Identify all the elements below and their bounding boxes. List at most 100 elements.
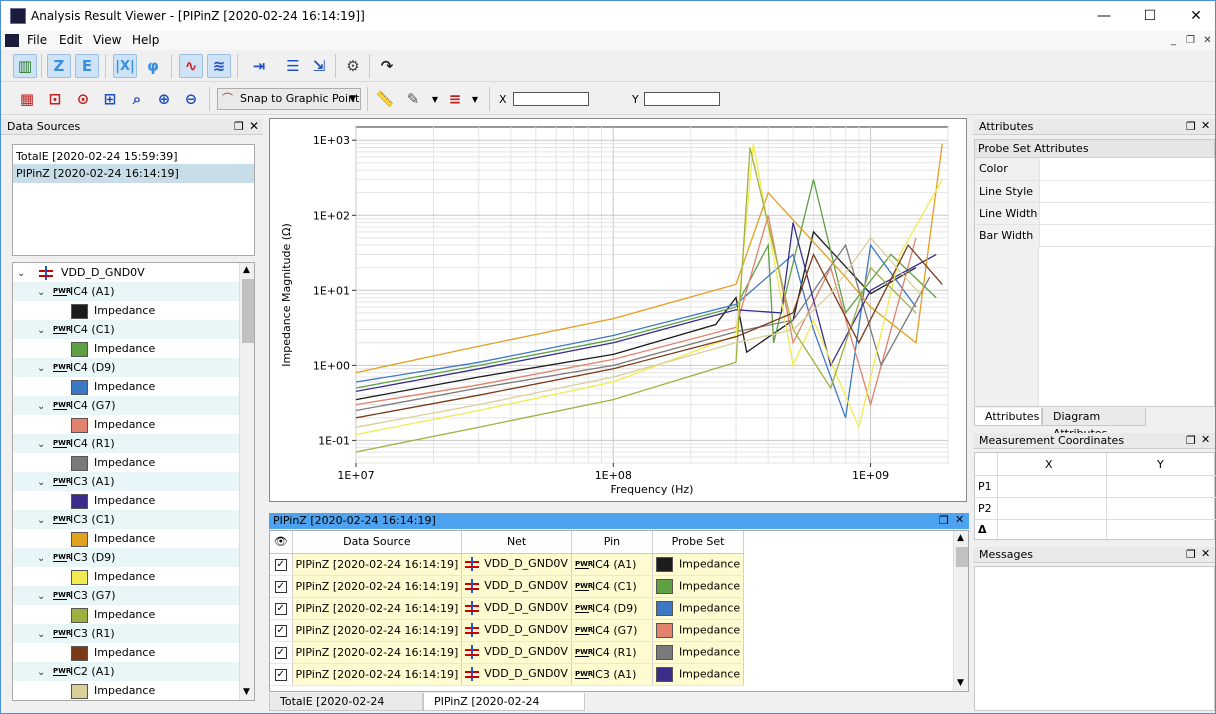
scroll-thumb[interactable] — [242, 279, 254, 343]
tree-probe-item[interactable]: Impedance — [13, 605, 239, 624]
phase-icon[interactable]: φ — [141, 54, 165, 78]
scroll-down-icon[interactable]: ▼ — [243, 687, 250, 697]
mdi-minimize-icon[interactable]: _ — [1166, 33, 1181, 47]
minimize-button[interactable]: — — [1081, 1, 1127, 31]
menu-edit[interactable]: Edit — [59, 33, 82, 47]
mdi-close-icon[interactable]: ✕ — [1200, 33, 1215, 47]
tree-pin-item[interactable]: ⌄ PWRIC3 (G7) — [13, 586, 239, 605]
tree-probe-item[interactable]: Impedance — [13, 377, 239, 396]
visibility-checkbox[interactable]: ✓ — [270, 641, 293, 664]
scroll-thumb[interactable] — [956, 547, 968, 567]
zoom-in-icon[interactable]: ⊕ — [152, 87, 176, 111]
attr-color-value[interactable] — [1039, 158, 1215, 181]
tab-diagram-attributes[interactable]: Diagram Attributes — [1042, 408, 1146, 440]
attr-line-style-value[interactable] — [1039, 180, 1215, 203]
probe-icon[interactable]: ↷ — [375, 54, 399, 78]
close-panel-icon[interactable]: ✕ — [249, 119, 259, 133]
close-panel-icon[interactable]: ✕ — [1201, 547, 1210, 560]
tree-pin-item[interactable]: ⌄ PWRIC3 (R1) — [13, 624, 239, 643]
tree-pin-item[interactable]: ⌄ PWRIC4 (C1) — [13, 320, 239, 339]
tree-probe-item[interactable]: Impedance — [13, 643, 239, 662]
tree-probe-item[interactable]: Impedance — [13, 415, 239, 434]
visibility-checkbox[interactable]: ✓ — [270, 619, 293, 642]
x-coord-field[interactable] — [513, 92, 589, 106]
tree-pin-item[interactable]: ⌄ PWRIC4 (D9) — [13, 358, 239, 377]
float-icon[interactable]: ❐ — [939, 514, 949, 527]
attr-line-width-value[interactable] — [1039, 202, 1215, 225]
visibility-checkbox[interactable]: ✓ — [270, 597, 293, 620]
table-row[interactable]: ✓ PIPinZ [2020-02-24 16:14:19] VDD_D_GND0V… — [270, 641, 745, 664]
fit-all-icon[interactable]: ▦ — [15, 87, 39, 111]
close-panel-icon[interactable]: ✕ — [955, 513, 964, 526]
zoom-point-icon[interactable]: ⊙ — [71, 87, 95, 111]
y-coord-field[interactable] — [644, 92, 720, 106]
maximize-button[interactable]: ☐ — [1127, 1, 1173, 31]
menu-file[interactable]: File — [27, 33, 47, 47]
scroll-up-icon[interactable]: ▲ — [243, 265, 250, 275]
close-panel-icon[interactable]: ✕ — [1201, 119, 1210, 132]
impedance-chart[interactable]: 1E+07 1E+08 1E+09 1E+03 1E+02 1E+01 1E+00 1E-01… — [270, 119, 966, 501]
scroll-down-icon[interactable]: ▼ — [957, 678, 964, 688]
tree-pin-item[interactable]: ⌄ PWRIC3 (D9) — [13, 548, 239, 567]
zoom-out-icon[interactable]: ⊖ — [179, 87, 203, 111]
col-net[interactable]: Net — [461, 531, 572, 554]
col-data-source[interactable]: Data Source — [292, 531, 463, 554]
float-icon[interactable]: ❐ — [1186, 434, 1196, 447]
tree-pin-item[interactable]: ⌄ PWRIC2 (A1) — [13, 662, 239, 681]
visibility-checkbox[interactable]: ✓ — [270, 663, 293, 686]
menu-view[interactable]: View — [93, 33, 121, 47]
float-icon[interactable]: ❐ — [1186, 120, 1196, 133]
close-panel-icon[interactable]: ✕ — [1201, 433, 1210, 446]
gear-icon[interactable]: ⚙ — [341, 54, 365, 78]
scroll-up-icon[interactable]: ▲ — [957, 533, 964, 543]
snap-dropdown[interactable]: ⌒ Snap to Graphic Point ▼ — [217, 88, 361, 110]
tree-probe-item[interactable]: Impedance — [13, 491, 239, 510]
tree-probe-item[interactable]: Impedance — [13, 529, 239, 548]
tree-probe-item[interactable]: Impedance — [13, 681, 239, 700]
tree-probe-item[interactable]: Impedance — [13, 339, 239, 358]
visibility-checkbox[interactable]: ✓ — [270, 553, 293, 576]
line-style-dropdown-icon[interactable]: ▼ — [463, 87, 487, 111]
z-view-icon[interactable]: Z — [47, 54, 71, 78]
visibility-eye-icon[interactable]: 👁 — [270, 531, 293, 554]
marker-icon[interactable]: ✎ — [401, 87, 425, 111]
close-button[interactable]: ✕ — [1173, 1, 1216, 31]
table-row[interactable]: ✓ PIPinZ [2020-02-24 16:14:19] VDD_D_GND0V… — [270, 553, 745, 576]
import-icon[interactable]: ⇥ — [247, 54, 271, 78]
float-icon[interactable]: ❐ — [234, 120, 244, 133]
mdi-restore-icon[interactable]: ❐ — [1183, 33, 1198, 47]
tab-attributes[interactable]: Attributes — [974, 408, 1042, 426]
tree-pin-item[interactable]: ⌄ PWRIC4 (R1) — [13, 434, 239, 453]
tree-root[interactable]: ⌄ VDD_D_GND0V — [13, 263, 239, 282]
export-icon[interactable]: ⇲ — [307, 54, 331, 78]
tree-scrollbar[interactable]: ▲ ▼ — [239, 263, 254, 700]
zoom-fit-icon[interactable]: ⊞ — [98, 87, 122, 111]
table-row[interactable]: ✓ PIPinZ [2020-02-24 16:14:19] VDD_D_GND0V… — [270, 619, 745, 642]
tree-pin-item[interactable]: ⌄ PWRIC4 (A1) — [13, 282, 239, 301]
magnitude-icon[interactable]: |X| — [113, 54, 137, 78]
table-row[interactable]: ✓ PIPinZ [2020-02-24 16:14:19] VDD_D_GND0V… — [270, 663, 745, 686]
menu-help[interactable]: Help — [132, 33, 159, 47]
ruler-icon[interactable]: 📏 — [373, 87, 397, 111]
table-row[interactable]: ✓ PIPinZ [2020-02-24 16:14:19] VDD_D_GND0V… — [270, 575, 745, 598]
zoom-box-icon[interactable]: ⌕ — [125, 87, 149, 111]
tree-pin-item[interactable]: ⌄ PWRIC4 (G7) — [13, 396, 239, 415]
tree-probe-item[interactable]: Impedance — [13, 301, 239, 320]
tab-pipinz[interactable]: PIPinZ [2020-02-24 16:14:19] — [423, 693, 585, 714]
tab-totale[interactable]: TotalE [2020-02-24 15:59:39] — [269, 693, 423, 714]
visibility-checkbox[interactable]: ✓ — [270, 575, 293, 598]
col-pin[interactable]: Pin — [571, 531, 653, 554]
waveform-red-icon[interactable]: ∿ — [179, 54, 203, 78]
attr-bar-width-value[interactable] — [1039, 224, 1215, 247]
tree-probe-item[interactable]: Impedance — [13, 453, 239, 472]
tree-pin-item[interactable]: ⌄ PWRIC3 (C1) — [13, 510, 239, 529]
bar-chart-icon[interactable]: ▥ — [13, 54, 37, 78]
align-icon[interactable]: ☰ — [281, 54, 305, 78]
waveform-blue-icon[interactable]: ≋ — [207, 54, 231, 78]
col-probe-set[interactable]: Probe Set — [652, 531, 745, 554]
tree-pin-item[interactable]: ⌄ PWRIC3 (A1) — [13, 472, 239, 491]
data-source-item-selected[interactable]: PIPinZ [2020-02-24 16:14:19] — [13, 164, 254, 183]
float-icon[interactable]: ❐ — [1186, 548, 1196, 561]
fit-selection-icon[interactable]: ⊡ — [43, 87, 67, 111]
table-row[interactable]: ✓ PIPinZ [2020-02-24 16:14:19] VDD_D_GND0V… — [270, 597, 745, 620]
